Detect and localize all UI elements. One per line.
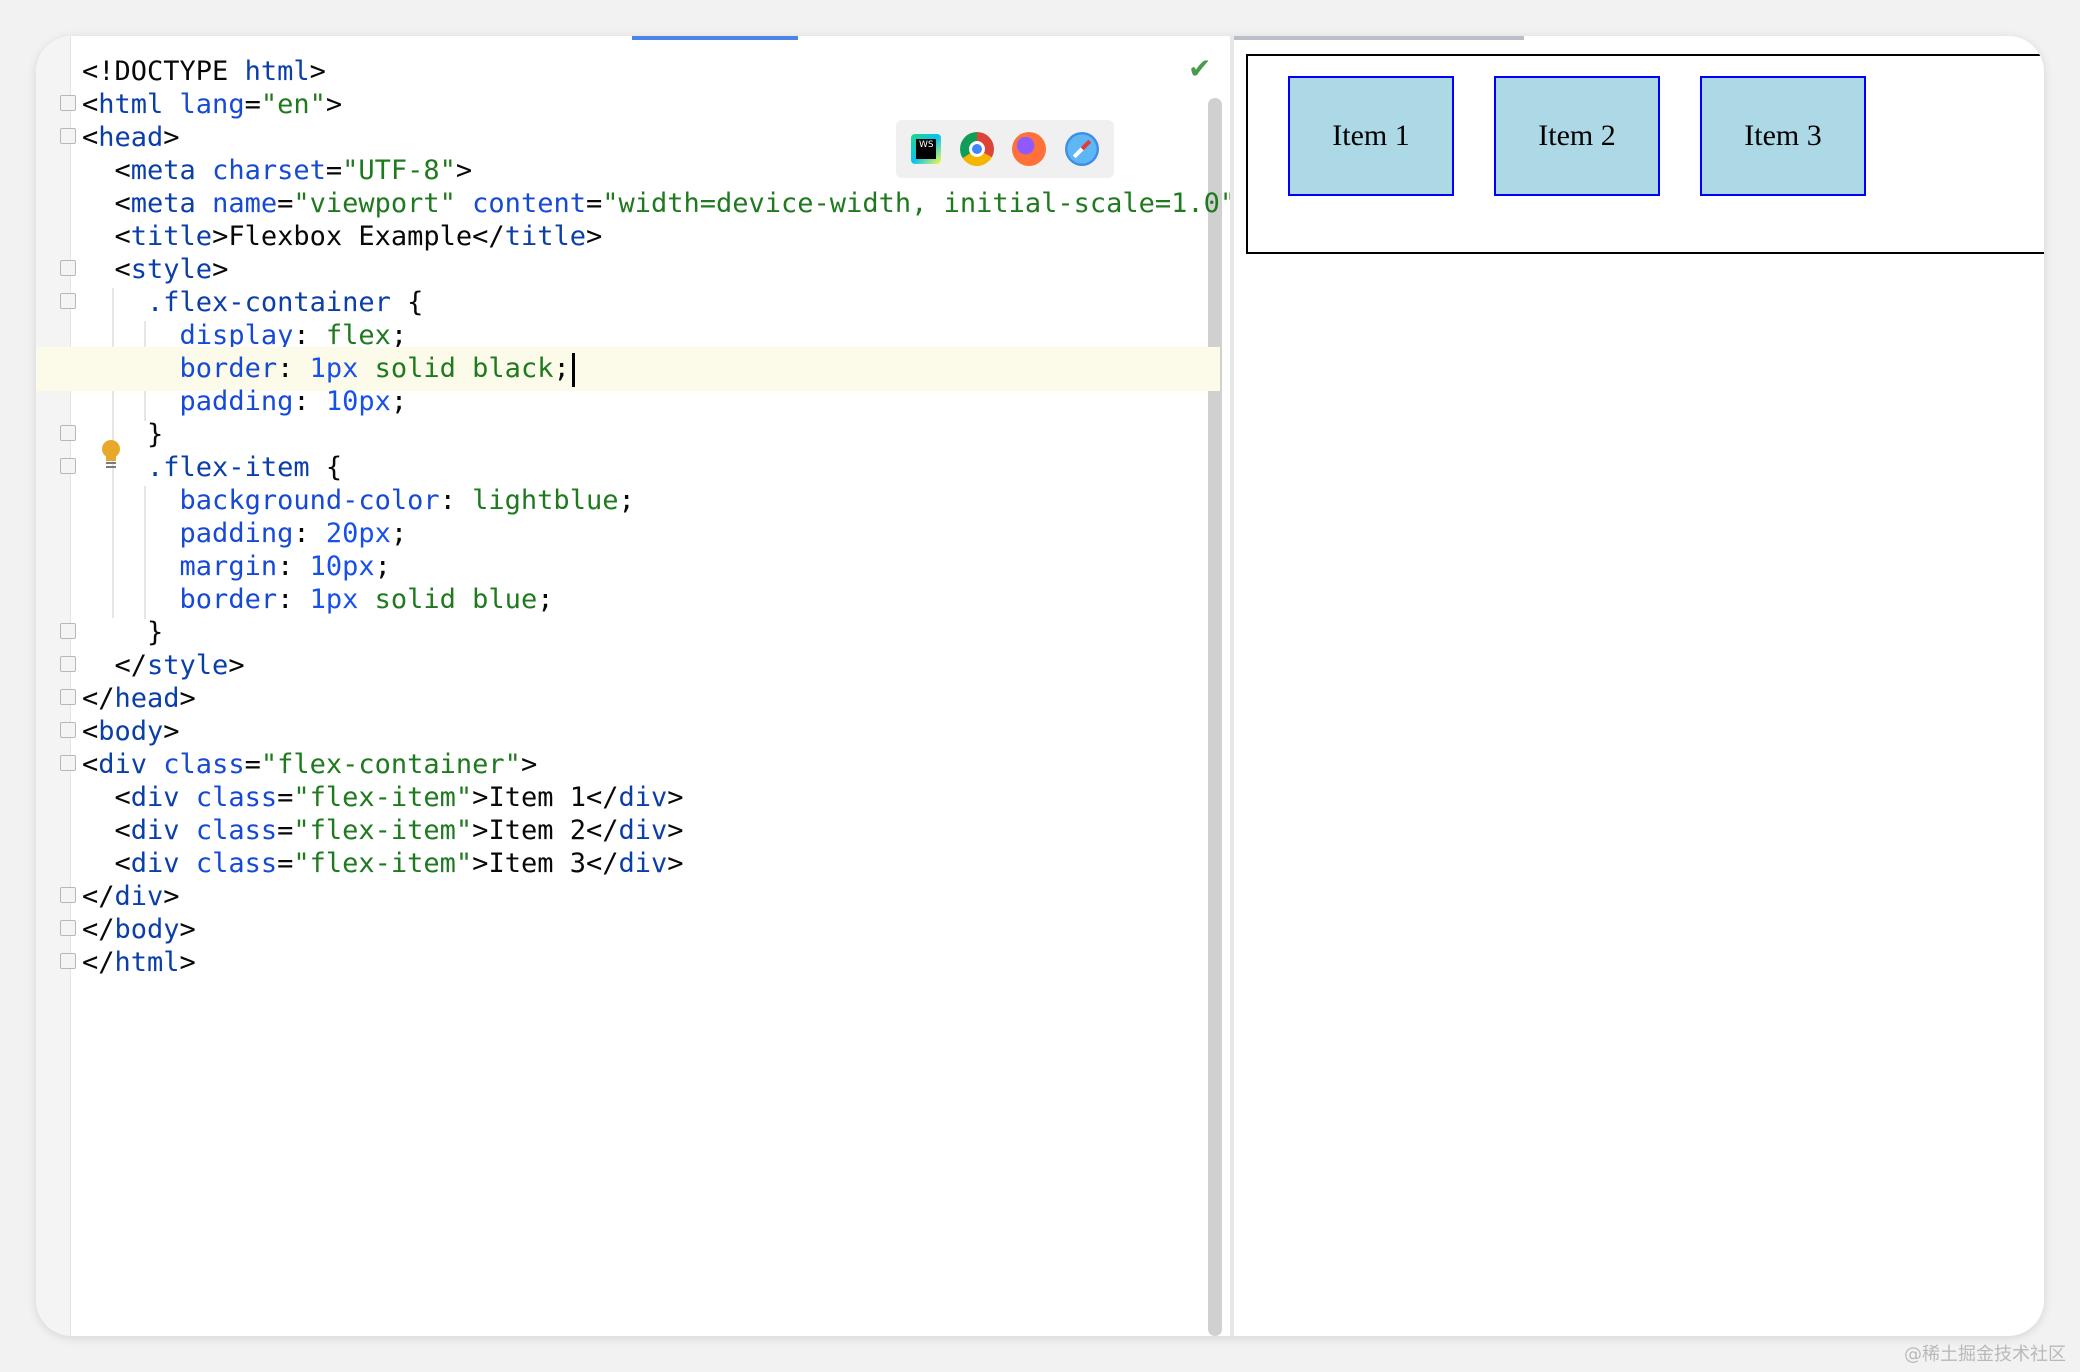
browser-preview: Item 1 Item 2 Item 3 [1234,36,2044,1336]
browser-preview-bar: WS [896,120,1114,178]
webstorm-icon[interactable]: WS [911,134,942,164]
fold-marker[interactable] [60,920,76,936]
flex-container-preview: Item 1 Item 2 Item 3 [1246,54,2044,254]
flex-item: Item 2 [1494,76,1660,196]
editor-gutter [36,36,71,1336]
check-icon[interactable]: ✔ [1188,52,1211,85]
fold-marker[interactable] [60,887,76,903]
firefox-icon[interactable] [1012,132,1047,166]
fold-marker[interactable] [60,260,76,276]
safari-icon[interactable] [1064,132,1099,166]
fold-marker[interactable] [60,953,76,969]
fold-marker[interactable] [60,293,76,309]
fold-marker[interactable] [60,623,76,639]
editor-scrollbar[interactable] [1208,98,1222,1336]
text-caret [571,352,575,387]
preview-tab-indicator [1234,36,1524,40]
ide-window: ✔ WS <!DOCTYPE html> <html lang="en"> <h… [36,36,2044,1336]
fold-marker[interactable] [60,128,76,144]
watermark: @稀土掘金技术社区 [1904,1344,2066,1365]
code-line[interactable]: </html> [82,941,196,985]
flex-item: Item 3 [1700,76,1866,196]
fold-marker[interactable] [60,458,76,474]
chrome-icon[interactable] [959,132,994,166]
fold-marker[interactable] [60,95,76,111]
editor-tab-indicator [632,36,798,40]
fold-marker[interactable] [60,689,76,705]
flex-item: Item 1 [1288,76,1454,196]
fold-marker[interactable] [60,425,76,441]
fold-marker[interactable] [60,755,76,771]
fold-marker[interactable] [60,722,76,738]
fold-marker[interactable] [60,656,76,672]
code-editor[interactable]: ✔ WS <!DOCTYPE html> <html lang="en"> <h… [36,36,1252,1336]
